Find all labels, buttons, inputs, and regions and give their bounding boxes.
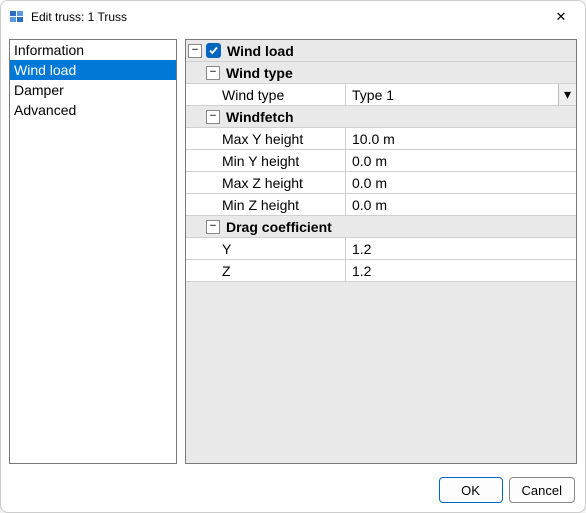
prop-row-wind-type[interactable]: Wind type Type 1 ▾ bbox=[186, 84, 576, 106]
section-label: Wind load bbox=[225, 43, 576, 59]
sidebar: Information Wind load Damper Advanced bbox=[9, 39, 177, 464]
prop-row-max-z[interactable]: Max Z height 0.0 m bbox=[186, 172, 576, 194]
group-label: Wind type bbox=[224, 65, 576, 81]
prop-value[interactable]: 1.2 bbox=[352, 241, 371, 257]
group-header-wind-type[interactable]: − Wind type bbox=[186, 62, 576, 84]
prop-name: Z bbox=[186, 263, 231, 279]
prop-value[interactable]: 0.0 m bbox=[352, 153, 387, 169]
prop-name: Max Z height bbox=[186, 175, 303, 191]
section-header-wind-load[interactable]: − Wind load bbox=[186, 40, 576, 62]
group-header-drag-coefficient[interactable]: − Drag coefficient bbox=[186, 216, 576, 238]
close-button[interactable]: ✕ bbox=[539, 2, 583, 32]
prop-row-max-y[interactable]: Max Y height 10.0 m bbox=[186, 128, 576, 150]
sidebar-item-advanced[interactable]: Advanced bbox=[10, 100, 176, 120]
collapse-icon[interactable]: − bbox=[206, 220, 220, 234]
collapse-icon[interactable]: − bbox=[206, 110, 220, 124]
dialog-window: Edit truss: 1 Truss ✕ Information Wind l… bbox=[0, 0, 586, 513]
property-grid: − Wind load − Wind type Wind type Type 1… bbox=[185, 39, 577, 464]
chevron-down-icon: ▾ bbox=[564, 86, 571, 103]
content-area: Information Wind load Damper Advanced − … bbox=[1, 33, 585, 468]
prop-row-drag-z[interactable]: Z 1.2 bbox=[186, 260, 576, 282]
prop-value[interactable]: 10.0 m bbox=[352, 131, 395, 147]
sidebar-item-wind-load[interactable]: Wind load bbox=[10, 60, 176, 80]
group-label: Drag coefficient bbox=[224, 219, 576, 235]
sidebar-item-damper[interactable]: Damper bbox=[10, 80, 176, 100]
group-label: Windfetch bbox=[224, 109, 576, 125]
app-icon bbox=[9, 9, 25, 25]
prop-row-min-y[interactable]: Min Y height 0.0 m bbox=[186, 150, 576, 172]
ok-button[interactable]: OK bbox=[439, 477, 503, 503]
collapse-icon[interactable]: − bbox=[188, 44, 202, 58]
prop-row-min-z[interactable]: Min Z height 0.0 m bbox=[186, 194, 576, 216]
prop-value[interactable]: 1.2 bbox=[352, 263, 371, 279]
prop-value-wind-type[interactable]: Type 1 ▾ bbox=[346, 84, 576, 105]
group-header-windfetch[interactable]: − Windfetch bbox=[186, 106, 576, 128]
dialog-footer: OK Cancel bbox=[1, 468, 585, 512]
dropdown-button[interactable]: ▾ bbox=[558, 84, 576, 105]
dropdown-value: Type 1 bbox=[352, 87, 394, 103]
prop-value[interactable]: 0.0 m bbox=[352, 175, 387, 191]
prop-name: Max Y height bbox=[186, 131, 303, 147]
collapse-icon[interactable]: − bbox=[206, 66, 220, 80]
prop-name: Y bbox=[186, 241, 231, 257]
prop-name: Min Z height bbox=[186, 197, 299, 213]
prop-row-drag-y[interactable]: Y 1.2 bbox=[186, 238, 576, 260]
cancel-button[interactable]: Cancel bbox=[509, 477, 575, 503]
prop-name: Wind type bbox=[186, 87, 284, 103]
window-title: Edit truss: 1 Truss bbox=[31, 10, 539, 24]
sidebar-item-information[interactable]: Information bbox=[10, 40, 176, 60]
titlebar: Edit truss: 1 Truss ✕ bbox=[1, 1, 585, 33]
prop-name: Min Y height bbox=[186, 153, 299, 169]
prop-value[interactable]: 0.0 m bbox=[352, 197, 387, 213]
close-icon: ✕ bbox=[556, 9, 567, 25]
wind-load-checkbox[interactable] bbox=[206, 43, 221, 58]
